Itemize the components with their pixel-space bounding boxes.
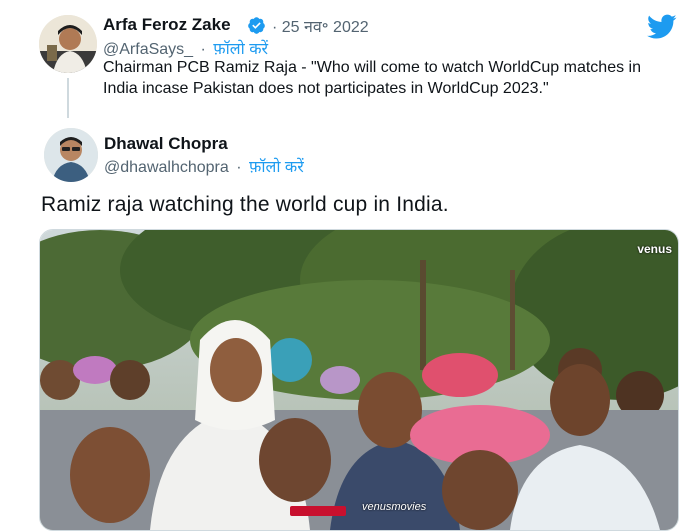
separator-dot: · <box>200 41 206 58</box>
tweet-meta: · 25 नव॰ 2022 <box>272 15 369 37</box>
tweet-text: Ramiz raja watching the world cup in Ind… <box>41 193 449 216</box>
author-name[interactable]: Dhawal Chopra <box>104 134 228 154</box>
media-bottom-tag: venusmovies <box>362 501 426 513</box>
separator-dot: · <box>272 19 278 36</box>
media-watermark: venus <box>637 242 672 256</box>
verified-badge-icon <box>247 16 266 35</box>
avatar-arfa[interactable] <box>39 15 97 73</box>
bottom-tag-text: venusmovies <box>362 501 427 513</box>
handle-row: @ArfaSays_ · फ़ॉलो करें <box>103 37 268 59</box>
tweet-date[interactable]: 25 नव॰ 2022 <box>282 19 369 36</box>
separator-dot: · <box>236 159 242 176</box>
follow-button[interactable]: फ़ॉलो करें <box>249 159 304 176</box>
author-name[interactable]: Arfa Feroz Zake <box>103 15 231 35</box>
tweet-text: Chairman PCB Ramiz Raja - "Who will come… <box>103 59 641 97</box>
author-handle[interactable]: @dhawalhchopra <box>104 159 229 176</box>
avatar-dhawal[interactable] <box>44 128 98 182</box>
follow-button[interactable]: फ़ॉलो करें <box>213 41 268 58</box>
twitter-bird-icon[interactable] <box>647 14 677 40</box>
tweet-media[interactable]: venus venusmovies <box>39 229 679 531</box>
watermark-text: venus <box>637 242 672 256</box>
video-frame <box>40 230 678 530</box>
thread-connector-line <box>67 78 69 118</box>
author-handle[interactable]: @ArfaSays_ <box>103 41 193 58</box>
handle-row: @dhawalhchopra · फ़ॉलो करें <box>104 155 304 177</box>
